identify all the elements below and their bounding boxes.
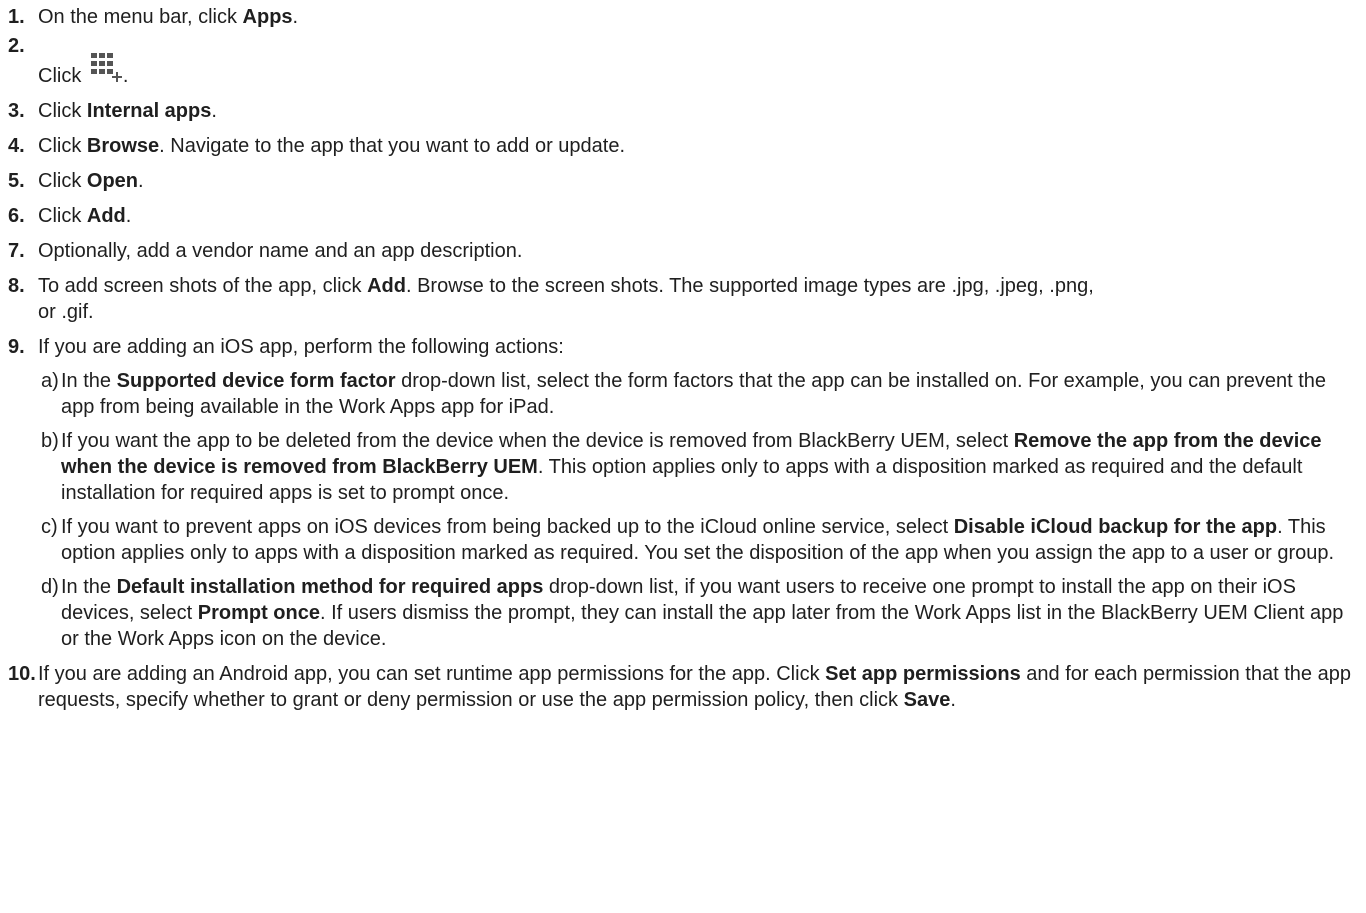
step-text-part: . <box>211 100 217 122</box>
step-number: 8. <box>8 275 25 297</box>
step-text-part: Click <box>38 205 87 227</box>
substep-d: d) In the Default installation method fo… <box>38 574 1358 652</box>
substep-letter: d) <box>41 576 59 598</box>
step-text-part: If you want to prevent apps on iOS devic… <box>61 516 954 538</box>
ui-term: Internal apps <box>86 100 212 122</box>
ui-term: Supported device form factor <box>116 370 396 392</box>
substep-text: If you want the app to be deleted from t… <box>61 428 1358 506</box>
step-text: Optionally, add a vendor name and an app… <box>38 240 523 262</box>
ui-term: Add <box>86 205 126 227</box>
step-text: On the menu bar, click Apps. <box>38 4 1358 30</box>
ui-term: Prompt once <box>197 602 320 624</box>
ui-term: Default installation method for required… <box>116 576 544 598</box>
step-text-part: If you are adding an Android app, you ca… <box>38 663 826 685</box>
step-number: 7. <box>8 240 25 262</box>
step-10: 10. If you are adding an Android app, yo… <box>8 661 1358 713</box>
ui-term: Disable iCloud backup for the app <box>953 516 1278 538</box>
substep-text: In the Default installation method for r… <box>61 574 1358 652</box>
ui-term: Open <box>86 170 139 192</box>
ui-term: Add <box>367 275 406 297</box>
step-body: If you are adding an iOS app, perform th… <box>38 334 1358 652</box>
step-text-part: On the menu bar, click <box>38 6 243 28</box>
ui-term: Browse <box>86 135 160 157</box>
step-text-part: If you want the app to be deleted from t… <box>61 430 1014 452</box>
add-app-grid-icon <box>89 53 123 83</box>
substep-c: c) If you want to prevent apps on iOS de… <box>38 514 1358 566</box>
step-number: 9. <box>8 336 25 358</box>
step-text: To add screen shots of the app, click Ad… <box>38 273 1098 325</box>
step-text-part: . <box>950 689 956 711</box>
step-text: If you are adding an iOS app, perform th… <box>38 336 564 358</box>
step-text-part: . <box>122 65 129 87</box>
procedure-document: 1. On the menu bar, click Apps. 2. Click… <box>0 0 1358 713</box>
step-number: 1. <box>8 6 25 28</box>
ui-term: Set app permissions <box>825 663 1021 685</box>
step-text: Click Browse. Navigate to the app that y… <box>38 133 1358 159</box>
step-text-part: . <box>138 170 144 192</box>
substep-a: a) In the Supported device form factor d… <box>38 368 1358 420</box>
step-1: 1. On the menu bar, click Apps. <box>8 4 1358 30</box>
step-5: 5. Click Open. <box>8 168 1358 194</box>
step-number: 2. <box>8 35 25 57</box>
step-text: Click Internal apps. <box>38 98 1358 124</box>
substep-letter: c) <box>41 516 58 538</box>
step-text-part: Click <box>38 170 87 192</box>
ui-term: Save <box>903 689 951 711</box>
step-8: 8. To add screen shots of the app, click… <box>8 273 1358 325</box>
step-text: If you are adding an Android app, you ca… <box>38 661 1358 713</box>
step-3: 3. Click Internal apps. <box>8 98 1358 124</box>
step-7: 7. Optionally, add a vendor name and an … <box>8 238 1358 264</box>
step-text: Click Open. <box>38 168 1358 194</box>
step-text-part: In the <box>61 370 117 392</box>
step-text-part: Click <box>38 65 87 87</box>
substep-letter: a) <box>41 370 59 392</box>
step-text-part: . <box>292 6 299 28</box>
step-text-part: . Navigate to the app that you want to a… <box>159 135 626 157</box>
step-number: 5. <box>8 170 25 192</box>
substep-b: b) If you want the app to be deleted fro… <box>38 428 1358 506</box>
step-text-part: In the <box>61 576 117 598</box>
step-number: 10. <box>8 663 36 685</box>
step-6: 6. Click Add. <box>8 203 1358 229</box>
step-text: Click . <box>38 39 1358 89</box>
step-number: 4. <box>8 135 25 157</box>
step-text: Click Add. <box>38 203 1358 229</box>
step-text-part: Click <box>38 135 87 157</box>
step-2: 2. Click . <box>8 35 1358 89</box>
step-number: 3. <box>8 100 25 122</box>
step-number: 6. <box>8 205 25 227</box>
substep-letter: b) <box>41 430 59 452</box>
step-4: 4. Click Browse. Navigate to the app tha… <box>8 133 1358 159</box>
step-9: 9. If you are adding an iOS app, perform… <box>8 334 1358 652</box>
substep-text: If you want to prevent apps on iOS devic… <box>61 514 1358 566</box>
step-text-part: . <box>125 205 132 227</box>
substep-text: In the Supported device form factor drop… <box>61 368 1358 420</box>
ui-term: Apps <box>242 6 293 28</box>
step-text-part: To add screen shots of the app, click <box>38 275 368 297</box>
step-text-part: Click <box>38 100 87 122</box>
